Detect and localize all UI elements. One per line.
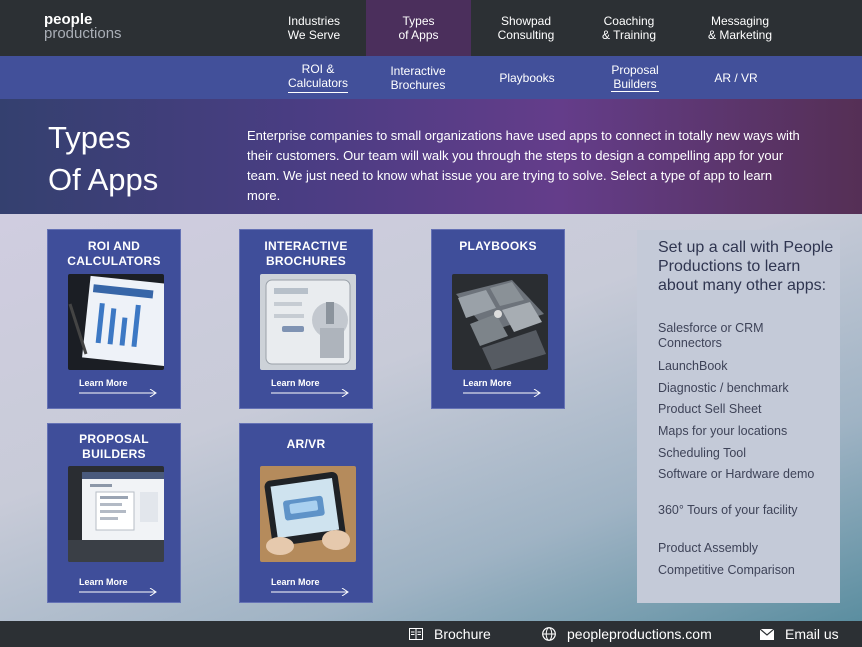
card-learn-more-link[interactable]: Learn More — [79, 577, 128, 587]
globe-icon — [542, 627, 556, 641]
card-learn-more-link[interactable]: Learn More — [271, 577, 320, 587]
card-title-line2: BROCHURES — [265, 254, 347, 268]
subnav-label-line2: Calculators — [287, 76, 349, 90]
card-interactive-brochures[interactable]: INTERACTIVE BROCHURES Learn More — [239, 229, 373, 409]
nav-messaging-marketing[interactable]: Messaging & Marketing — [690, 0, 790, 56]
subnav-interactive-brochures[interactable]: Interactive Brochures — [378, 56, 458, 99]
card-title-line2: CALCULATORS — [67, 254, 161, 268]
subnav-label-line1: AR / VR — [714, 70, 758, 85]
nav-label-line1: Coaching — [603, 14, 655, 28]
ar-tablet-image — [260, 466, 356, 562]
footer-email-link[interactable]: Email us — [760, 621, 839, 647]
card-title-line1: INTERACTIVE — [264, 239, 348, 253]
sidebar-list-item: Product Sell Sheet — [658, 402, 762, 416]
card-title-line1: PLAYBOOKS — [459, 239, 537, 253]
roi-tablet-image — [68, 274, 164, 370]
card-learn-more-link[interactable]: Learn More — [271, 378, 320, 388]
nav-label-line1: Showpad — [500, 14, 552, 28]
sidebar-list-item: Competitive Comparison — [658, 563, 795, 577]
sidebar-list-item: Scheduling Tool — [658, 446, 747, 460]
arrow-right-icon — [271, 588, 349, 596]
arrow-right-icon — [271, 389, 349, 397]
nav-types-of-apps[interactable]: Types of Apps — [366, 0, 471, 56]
card-playbooks[interactable]: PLAYBOOKS Learn More — [431, 229, 565, 409]
sidebar-list-item: Software or Hardware demo — [658, 467, 815, 481]
sidebar-list-item: 360° Tours of your facility — [658, 503, 798, 517]
footer-link-label: peopleproductions.com — [567, 626, 712, 642]
subnav-label-line2: Brochures — [390, 77, 446, 92]
brand-logo-line2: productions — [44, 25, 122, 42]
subnav-label-line1: Proposal — [611, 63, 659, 77]
nav-label-line1: Messaging — [710, 14, 770, 28]
card-title: ROI AND CALCULATORS — [48, 239, 180, 269]
sidebar-list-item: Maps for your locations — [658, 424, 788, 438]
sidebar-list-item: Salesforce or CRM Connectors — [658, 321, 764, 350]
card-title: PROPOSAL BUILDERS — [48, 432, 180, 462]
footer-website-link[interactable]: peopleproductions.com — [542, 621, 712, 647]
page-title-line1: Types — [48, 120, 131, 155]
subnav-playbooks[interactable]: Playbooks — [487, 56, 567, 99]
arrow-right-icon — [79, 389, 157, 397]
footer-brochure-link[interactable]: Brochure — [409, 621, 491, 647]
card-learn-more-link[interactable]: Learn More — [463, 378, 512, 388]
card-proposal-builders[interactable]: PROPOSAL BUILDERS Learn More — [47, 423, 181, 603]
page-title: Types Of Apps — [48, 117, 158, 201]
brochure-icon — [409, 628, 423, 640]
sidebar-list-item: Product Assembly — [658, 541, 759, 555]
envelope-icon — [760, 628, 774, 640]
subnav-proposal-builders[interactable]: Proposal Builders — [595, 56, 675, 99]
brand-logo[interactable]: people productions — [44, 12, 122, 42]
sidebar-list-item: LaunchBook — [658, 359, 728, 373]
brochure-tablet-image — [260, 274, 356, 370]
arrow-right-icon — [79, 588, 157, 596]
nav-label-line2: of Apps — [398, 28, 439, 42]
footer-link-label: Email us — [785, 626, 839, 642]
nav-showpad-consulting[interactable]: Showpad Consulting — [476, 0, 576, 56]
playbook-tablet-image — [452, 274, 548, 370]
card-learn-more-link[interactable]: Learn More — [79, 378, 128, 388]
proposal-tablet-image — [68, 466, 164, 562]
card-title: INTERACTIVE BROCHURES — [240, 239, 372, 269]
subnav-ar-vr[interactable]: AR / VR — [696, 56, 776, 99]
nav-industries[interactable]: Industries We Serve — [264, 0, 364, 56]
nav-label-line2: & Training — [601, 28, 657, 42]
card-ar-vr[interactable]: AR/VR Learn More — [239, 423, 373, 603]
card-title-line1: ROI AND — [87, 239, 141, 253]
sidebar-heading: Set up a call with People Productions to… — [658, 239, 834, 294]
subnav-roi-calculators[interactable]: ROI & Calculators — [278, 56, 358, 99]
arrow-right-icon — [463, 389, 541, 397]
subnav-label-line2: Builders — [611, 77, 659, 92]
nav-label-line2: Consulting — [497, 28, 555, 42]
nav-coaching-training[interactable]: Coaching & Training — [579, 0, 679, 56]
footer-link-label: Brochure — [434, 626, 491, 642]
nav-label-line1: Industries — [287, 14, 341, 28]
hero-description: Enterprise companies to small organizati… — [247, 128, 800, 203]
subnav-label-line1: ROI & — [301, 62, 335, 76]
sidebar-list-item: Diagnostic / benchmark — [658, 381, 789, 395]
nav-label-line2: We Serve — [287, 28, 341, 42]
card-roi-calculators[interactable]: ROI AND CALCULATORS Learn More — [47, 229, 181, 409]
card-title: AR/VR — [240, 437, 372, 452]
card-title: PLAYBOOKS — [432, 239, 564, 254]
nav-label-line1: Types — [402, 14, 435, 28]
subnav-label-line1: Playbooks — [499, 70, 555, 85]
card-title-line1: PROPOSAL — [79, 432, 149, 446]
subnav-label-line1: Interactive — [390, 63, 446, 78]
card-title-line2: BUILDERS — [82, 447, 146, 461]
page-title-line2: Of Apps — [48, 162, 159, 197]
card-title-line1: AR/VR — [286, 437, 326, 451]
nav-label-line2: & Marketing — [707, 28, 773, 42]
